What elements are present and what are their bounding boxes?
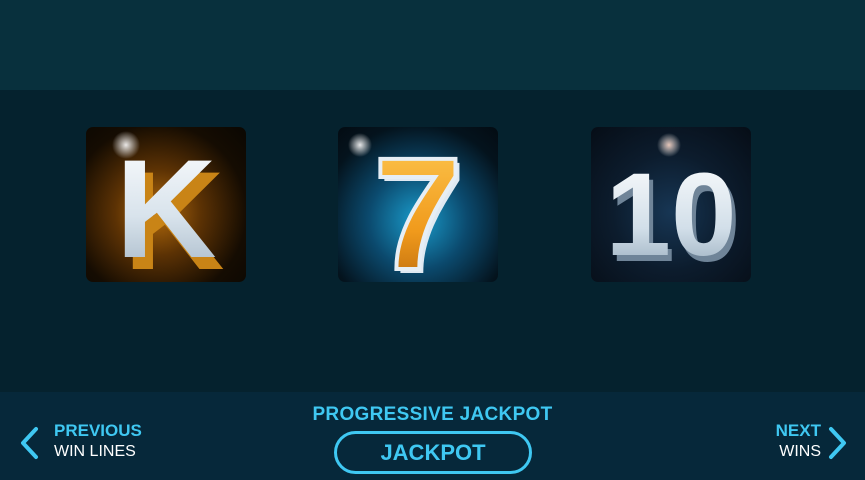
progressive-jackpot-title: PROGRESSIVE JACKPOT xyxy=(312,404,553,425)
symbol-10-text: 10 xyxy=(605,149,736,281)
sparkle-icon xyxy=(657,133,681,157)
win-lines-label: WIN LINES xyxy=(54,443,136,460)
symbol-tile-10: 10 10 xyxy=(591,127,751,282)
wins-label: WINS xyxy=(779,443,821,460)
jackpot-pill: JACKPOT xyxy=(334,431,532,474)
next-label: NEXT xyxy=(775,421,821,440)
symbol-tile-7: 7 7 xyxy=(338,127,498,282)
symbol-7-text: 7 xyxy=(374,127,463,282)
symbol-k-graphic: K K xyxy=(112,130,225,282)
chevron-right-icon xyxy=(829,427,846,459)
previous-win-lines-button[interactable]: PREVIOUS WIN LINES xyxy=(18,420,158,466)
top-band xyxy=(0,0,865,90)
sparkle-icon xyxy=(348,133,372,157)
symbol-tile-k: K K xyxy=(86,127,246,282)
symbol-10-graphic: 10 10 xyxy=(605,133,741,282)
chevron-left-icon xyxy=(21,427,38,459)
symbol-7-graphic: 7 7 xyxy=(348,127,466,282)
sparkle-icon xyxy=(112,131,140,159)
next-wins-button[interactable]: NEXT WINS xyxy=(759,420,849,466)
